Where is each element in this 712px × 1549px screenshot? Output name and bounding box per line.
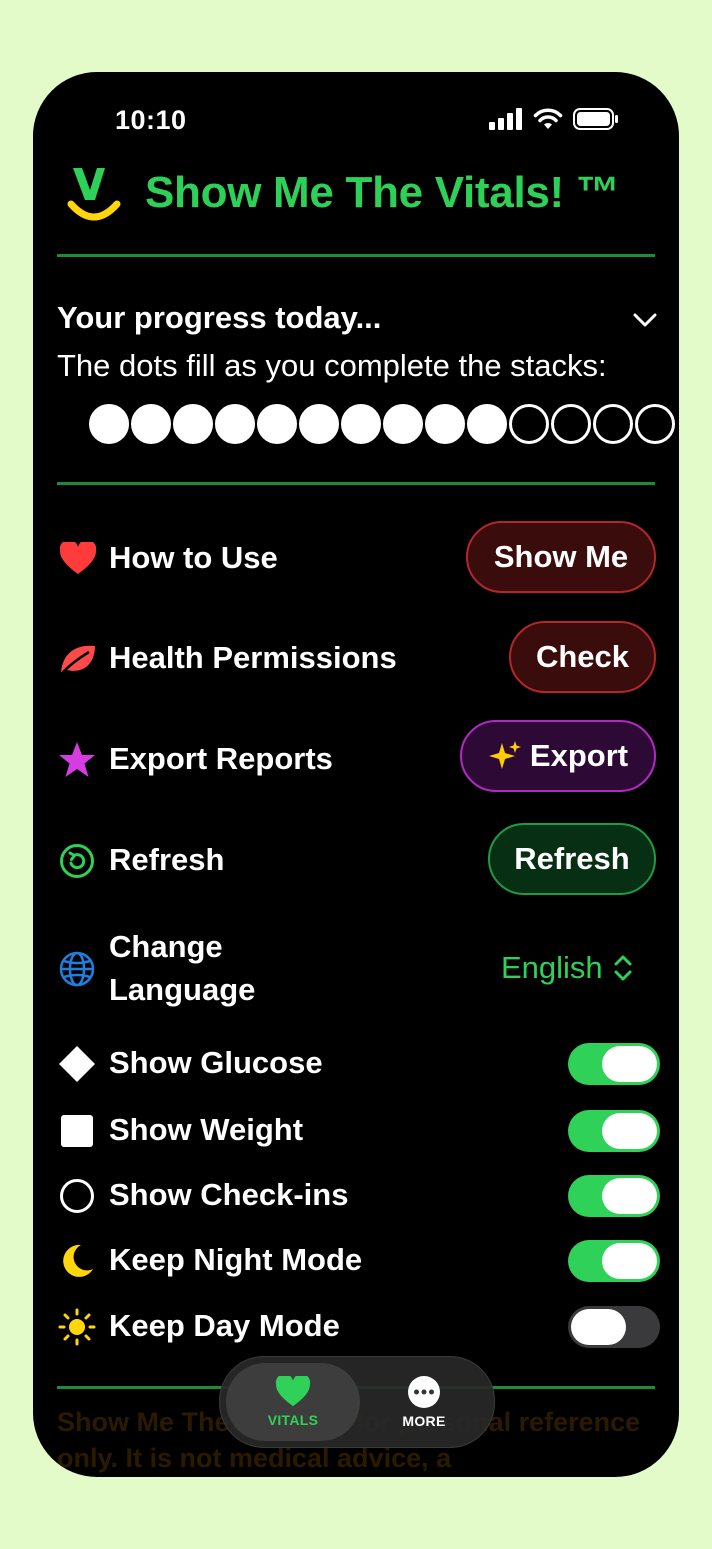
progress-dots: [89, 404, 675, 444]
moon-icon: [58, 1242, 96, 1280]
tab-vitals-label: VITALS: [267, 1412, 319, 1428]
show-checkins-label: Show Check-ins: [109, 1177, 349, 1212]
chevron-up-down-icon: [614, 955, 632, 981]
progress-divider: [57, 482, 655, 485]
status-time: 10:10: [115, 105, 187, 135]
health-permissions-label: Health Permissions: [109, 640, 397, 675]
refresh-label: Refresh: [109, 842, 225, 877]
phone-screen: 10:10 Show Me The Vitals! ™ Your progres…: [33, 72, 679, 1477]
ellipsis-circle-icon: [408, 1376, 440, 1408]
leaf-icon: [59, 640, 97, 678]
keep-day-mode-label: Keep Day Mode: [109, 1308, 340, 1343]
progress-dot-filled: [383, 404, 423, 444]
wifi-icon: [533, 108, 563, 129]
chevron-down-icon[interactable]: [631, 306, 659, 334]
progress-dot-empty: [635, 404, 675, 444]
language-value: English: [501, 950, 603, 985]
language-select[interactable]: English: [501, 950, 633, 986]
refresh-icon: [58, 842, 96, 880]
change-language-label-line1: Change: [109, 929, 223, 964]
how-to-use-label: How to Use: [109, 540, 278, 575]
header-divider: [57, 254, 655, 257]
status-icons: [489, 108, 619, 130]
export-reports-label: Export Reports: [109, 741, 333, 776]
progress-dot-filled: [173, 404, 213, 444]
progress-dot-empty: [551, 404, 591, 444]
show-weight-label: Show Weight: [109, 1112, 304, 1147]
progress-subtitle: The dots fill as you complete the stacks…: [57, 348, 607, 383]
progress-dot-filled: [467, 404, 507, 444]
cellular-signal-icon: [489, 108, 522, 130]
progress-dot-filled: [425, 404, 465, 444]
sparkles-icon: [488, 741, 521, 769]
progress-dot-filled: [341, 404, 381, 444]
circle-icon: [58, 1177, 96, 1215]
keep-night-mode-label: Keep Night Mode: [109, 1242, 363, 1277]
progress-dot-filled: [299, 404, 339, 444]
app-logo-icon: [67, 168, 121, 221]
progress-dot-empty: [509, 404, 549, 444]
sun-icon: [58, 1308, 96, 1346]
show-weight-toggle[interactable]: [568, 1110, 660, 1152]
refresh-button[interactable]: Refresh: [488, 823, 656, 895]
tab-vitals[interactable]: VITALS: [226, 1363, 360, 1441]
progress-heading: Your progress today...: [57, 300, 382, 335]
progress-dot-filled: [215, 404, 255, 444]
progress-dot-filled: [89, 404, 129, 444]
keep-day-mode-toggle[interactable]: [568, 1306, 660, 1348]
app-title: Show Me The Vitals! ™: [145, 168, 620, 217]
progress-dot-empty: [593, 404, 633, 444]
star-icon: [58, 741, 96, 779]
tab-bar: VITALS MORE: [219, 1356, 495, 1448]
show-glucose-label: Show Glucose: [109, 1045, 323, 1080]
square-icon: [58, 1112, 96, 1150]
export-button-label: Export: [529, 738, 629, 773]
export-button[interactable]: Export: [460, 720, 656, 792]
progress-dot-filled: [131, 404, 171, 444]
heart-icon: [275, 1376, 311, 1407]
show-me-button[interactable]: Show Me: [466, 521, 656, 593]
check-button[interactable]: Check: [509, 621, 656, 693]
globe-icon: [58, 950, 96, 988]
show-checkins-toggle[interactable]: [568, 1175, 660, 1217]
progress-dot-filled: [257, 404, 297, 444]
keep-night-mode-toggle[interactable]: [568, 1240, 660, 1282]
battery-icon: [573, 108, 618, 130]
tab-more[interactable]: MORE: [360, 1363, 488, 1441]
tab-more-label: MORE: [402, 1413, 446, 1429]
show-glucose-toggle[interactable]: [568, 1043, 660, 1085]
diamond-icon: [58, 1045, 96, 1083]
heart-icon: [59, 540, 97, 578]
change-language-label-line2: Language: [109, 972, 256, 1007]
